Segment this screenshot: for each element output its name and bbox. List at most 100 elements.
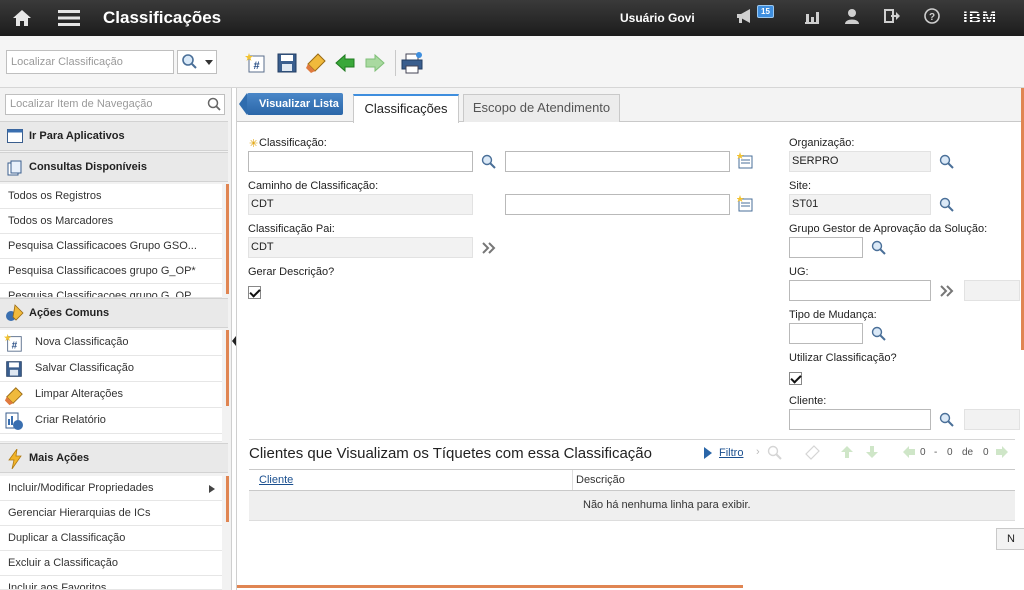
clear-changes-icon[interactable]	[305, 52, 327, 74]
help-icon[interactable]: ?	[922, 8, 942, 28]
more-action-item[interactable]: Duplicar a Classificação	[0, 526, 222, 551]
next-page-icon[interactable]	[995, 445, 1009, 462]
tipo-label: Tipo de Mudança:	[789, 309, 877, 321]
classificacao-description-input[interactable]	[505, 151, 730, 172]
main-content: Visualizar Lista Classificações Escopo d…	[236, 88, 1024, 590]
list-view-button[interactable]: Visualizar Lista	[239, 93, 343, 115]
query-item-label: Pesquisa Classificacoes grupo G_OP...	[8, 290, 200, 298]
menu-icon[interactable]	[58, 8, 80, 28]
user-name[interactable]: Usuário Govi	[620, 11, 695, 25]
actions-icon	[5, 304, 25, 325]
home-icon[interactable]	[12, 8, 32, 28]
action-label: Criar Relatório	[35, 414, 106, 426]
filter-link[interactable]: Filtro	[719, 447, 743, 459]
save-icon[interactable]	[276, 52, 298, 74]
action-save-classification[interactable]: Salvar Classificação	[0, 356, 222, 382]
svg-text:#: #	[253, 60, 259, 72]
chart-icon[interactable]	[802, 8, 822, 28]
available-queries-header[interactable]: Consultas Disponíveis	[0, 152, 228, 182]
tipo-lookup-icon[interactable]	[871, 326, 887, 342]
classificacao-input[interactable]	[248, 151, 473, 172]
actions-scrollbar[interactable]	[226, 330, 229, 406]
previous-record-icon[interactable]	[334, 52, 356, 74]
ug-input[interactable]	[789, 280, 931, 301]
more-actions-scrollbar[interactable]	[226, 476, 229, 522]
classificacao-label: Classificação:	[259, 137, 327, 149]
filter-expand-icon[interactable]	[704, 447, 712, 462]
ug-description-field	[964, 280, 1020, 301]
action-label: Limpar Alterações	[35, 388, 124, 400]
find-icon[interactable]	[767, 445, 783, 464]
report-icon	[4, 411, 24, 434]
previous-page-icon[interactable]	[902, 445, 916, 462]
go-to-apps-header[interactable]: Ir Para Aplicativos	[0, 121, 228, 151]
pager-of: de	[962, 447, 974, 458]
arrow-up-icon[interactable]	[840, 445, 854, 462]
toolbar: Localizar Classificação #	[0, 36, 1024, 88]
classification-search-input[interactable]: Localizar Classificação	[6, 50, 174, 74]
more-action-label: Incluir/Modificar Propriedades	[8, 482, 154, 494]
gerar-descricao-checkbox[interactable]	[248, 286, 261, 299]
common-actions-label: Ações Comuns	[29, 307, 110, 319]
arrow-down-icon[interactable]	[865, 445, 879, 462]
ug-label: UG:	[789, 266, 809, 278]
long-description-icon[interactable]	[736, 195, 753, 212]
grupo-input[interactable]	[789, 237, 863, 258]
cliente-lookup-icon[interactable]	[939, 412, 955, 428]
gerar-label: Gerar Descrição?	[248, 266, 335, 278]
action-clear-changes[interactable]: Limpar Alterações	[0, 382, 222, 408]
tipo-input[interactable]	[789, 323, 863, 344]
go-to-icon[interactable]	[939, 283, 955, 299]
grupo-label: Grupo Gestor de Aprovação da Solução:	[789, 223, 988, 235]
notification-badge[interactable]: 15	[757, 5, 774, 18]
horizontal-scrollbar[interactable]	[237, 585, 743, 588]
next-record-icon[interactable]	[364, 52, 386, 74]
window-icon	[7, 129, 23, 146]
clear-filter-icon[interactable]	[804, 445, 820, 464]
pai-field: CDT	[248, 237, 473, 258]
more-action-label: Gerenciar Hierarquias de ICs	[8, 507, 151, 519]
query-item[interactable]: Todos os Registros	[0, 184, 222, 209]
cliente-input[interactable]	[789, 409, 931, 430]
logout-icon[interactable]	[882, 8, 902, 28]
caminho-description-input[interactable]	[505, 194, 730, 215]
new-row-button[interactable]: N	[996, 528, 1024, 550]
nav-search-input[interactable]: Localizar Item de Navegação	[5, 94, 225, 115]
utilizar-classificacao-checkbox[interactable]	[789, 372, 802, 385]
action-new-classification[interactable]: # Nova Classificação	[0, 330, 222, 356]
cliente-label: Cliente:	[789, 395, 827, 407]
query-item[interactable]: Pesquisa Classificacoes Grupo GSO...	[0, 234, 222, 259]
tab-classificacoes[interactable]: Classificações	[353, 94, 459, 123]
go-to-icon[interactable]	[481, 240, 497, 256]
section-divider	[249, 439, 1015, 440]
action-create-report[interactable]: Criar Relatório	[0, 408, 222, 434]
nav-search-icon[interactable]	[207, 97, 221, 111]
classificacao-lookup-icon[interactable]	[481, 154, 497, 170]
query-item[interactable]: Pesquisa Classificacoes grupo G_OP*	[0, 259, 222, 284]
queries-scrollbar[interactable]	[226, 184, 229, 294]
print-icon[interactable]	[401, 52, 423, 74]
pager-to: 0	[947, 447, 953, 458]
site-lookup-icon[interactable]	[939, 197, 955, 213]
query-item[interactable]: Todos os Marcadores	[0, 209, 222, 234]
megaphone-icon[interactable]	[735, 8, 755, 28]
common-actions-header[interactable]: Ações Comuns	[0, 298, 228, 328]
more-action-item[interactable]: Excluir a Classificação	[0, 551, 222, 576]
query-item[interactable]: Pesquisa Classificacoes grupo G_OP...	[0, 284, 222, 298]
grupo-lookup-icon[interactable]	[871, 240, 887, 256]
save-icon	[5, 360, 23, 381]
cliente-description-field	[964, 409, 1020, 430]
org-lookup-icon[interactable]	[939, 154, 955, 170]
tab-escopo-atendimento[interactable]: Escopo de Atendimento	[463, 94, 620, 122]
navigation-panel: Localizar Item de Navegação Ir Para Apli…	[0, 88, 232, 590]
column-cliente[interactable]: Cliente	[259, 474, 293, 486]
search-options-button[interactable]	[177, 50, 217, 74]
new-record-icon[interactable]: #	[245, 52, 267, 74]
more-action-item[interactable]: Incluir aos Favoritos	[0, 576, 222, 590]
user-profile-icon[interactable]	[842, 8, 862, 28]
more-actions-header[interactable]: Mais Ações	[0, 443, 228, 473]
top-bar: Classificações Usuário Govi 15 ? IBM	[0, 0, 1024, 36]
more-action-item[interactable]: Gerenciar Hierarquias de ICs	[0, 501, 222, 526]
long-description-icon[interactable]	[736, 152, 753, 169]
more-action-item[interactable]: Incluir/Modificar Propriedades	[0, 476, 222, 501]
